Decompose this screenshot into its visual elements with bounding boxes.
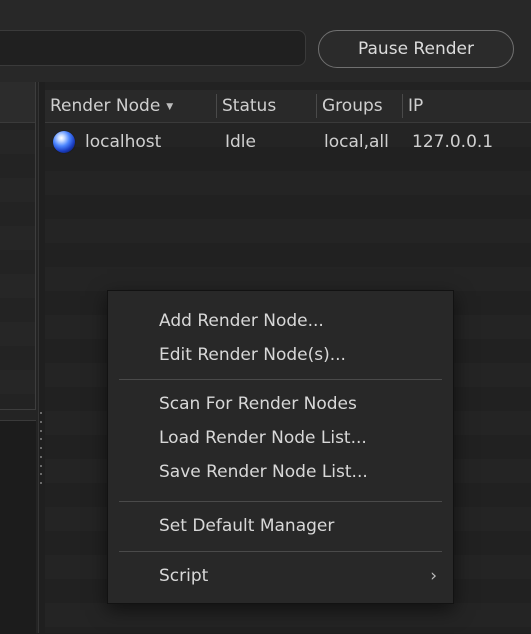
- column-header-label: Status: [222, 96, 277, 116]
- menu-item-label: Add Render Node...: [159, 311, 324, 331]
- menu-item-script[interactable]: Script ›: [108, 559, 453, 593]
- render-progress-field: [0, 30, 306, 66]
- column-header-render-node[interactable]: Render Node ▼: [45, 90, 214, 122]
- menu-item-save-render-node-list[interactable]: Save Render Node List...: [108, 455, 453, 489]
- menu-separator: [119, 379, 442, 380]
- menu-item-scan-for-render-nodes[interactable]: Scan For Render Nodes: [108, 387, 453, 421]
- node-ip-cell: 127.0.0.1: [412, 132, 494, 152]
- left-queue-list[interactable]: [0, 82, 36, 410]
- column-header-ip[interactable]: IP: [403, 90, 531, 122]
- menu-item-label: Script: [159, 566, 209, 586]
- node-status-cell: Idle: [225, 132, 256, 152]
- node-groups-cell: local,all: [324, 132, 389, 152]
- column-header-label: Render Node: [50, 96, 161, 116]
- menu-item-label: Edit Render Node(s)...: [159, 345, 346, 365]
- toolbar: Pause Render: [0, 0, 531, 82]
- left-panel: [0, 82, 39, 634]
- menu-item-edit-render-nodes[interactable]: Edit Render Node(s)...: [108, 338, 453, 372]
- sort-descending-icon: ▼: [166, 102, 174, 112]
- chevron-right-icon: ›: [430, 566, 437, 586]
- menu-item-label: Load Render Node List...: [159, 428, 367, 448]
- globe-icon: [53, 123, 75, 161]
- table-row[interactable]: localhost Idle local,all 127.0.0.1: [45, 123, 531, 161]
- node-name-cell: localhost: [85, 132, 162, 152]
- column-header-status[interactable]: Status: [217, 90, 317, 122]
- menu-item-set-default-manager[interactable]: Set Default Manager: [108, 509, 453, 543]
- table-header: Render Node ▼ Status Groups IP: [45, 90, 531, 123]
- menu-separator: [119, 501, 442, 502]
- column-header-label: Groups: [322, 96, 383, 116]
- menu-item-add-render-node[interactable]: Add Render Node...: [108, 304, 453, 338]
- menu-item-label: Save Render Node List...: [159, 462, 368, 482]
- column-header-label: IP: [408, 96, 424, 116]
- context-menu: Add Render Node... Edit Render Node(s)..…: [107, 290, 454, 604]
- menu-item-load-render-node-list[interactable]: Load Render Node List...: [108, 421, 453, 455]
- menu-item-label: Set Default Manager: [159, 516, 335, 536]
- menu-item-label: Scan For Render Nodes: [159, 394, 357, 414]
- menu-separator: [119, 551, 442, 552]
- panel-splitter-handle[interactable]: [39, 412, 43, 484]
- left-list-header: [0, 82, 35, 123]
- left-lower-panel: [0, 420, 36, 634]
- pause-render-button[interactable]: Pause Render: [318, 30, 514, 68]
- column-header-groups[interactable]: Groups: [317, 90, 401, 122]
